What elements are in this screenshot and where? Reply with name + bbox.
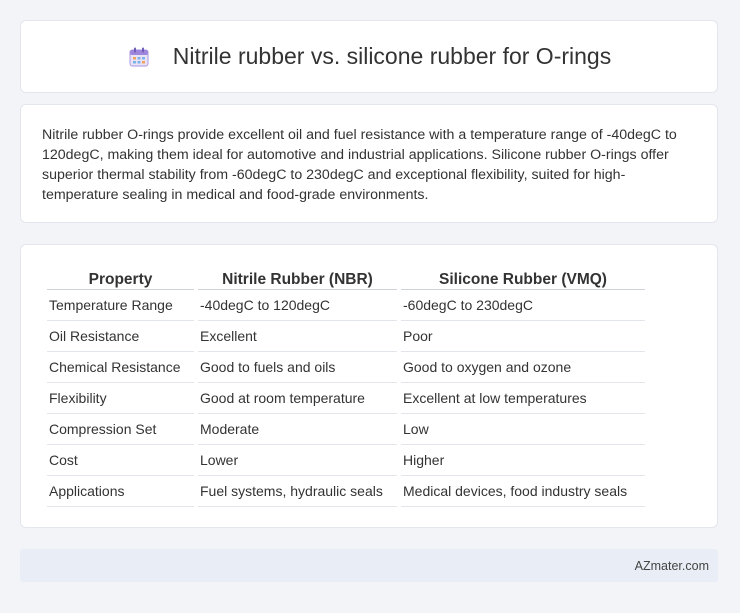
table-row: Oil Resistance Excellent Poor [47,321,645,352]
table-cell: Moderate [198,414,397,445]
footer-site-name: AZmater.com [634,558,709,573]
comparison-table-card: Property Nitrile Rubber (NBR) Silicone R… [20,244,718,528]
table-row: Applications Fuel systems, hydraulic sea… [47,476,645,507]
table-cell: Medical devices, food industry seals [401,476,645,507]
table-cell: Excellent [198,321,397,352]
table-cell: -40degC to 120degC [198,290,397,321]
table-row: Flexibility Good at room temperature Exc… [47,383,645,414]
table-cell: Temperature Range [47,290,194,321]
header-property: Property [47,265,194,290]
title-card: Nitrile rubber vs. silicone rubber for O… [20,20,718,93]
table-cell: Low [401,414,645,445]
table-cell: Good at room temperature [198,383,397,414]
table-cell: Good to oxygen and ozone [401,352,645,383]
page-title: Nitrile rubber vs. silicone rubber for O… [172,43,612,69]
summary-card: Nitrile rubber O-rings provide excellent… [20,104,718,223]
summary-text: Nitrile rubber O-rings provide excellent… [42,127,677,203]
table-cell: Applications [47,476,194,507]
table-cell: Excellent at low temperatures [401,383,645,414]
table-cell: Good to fuels and oils [198,352,397,383]
table-header-row: Property Nitrile Rubber (NBR) Silicone R… [47,265,645,290]
table-row: Compression Set Moderate Low [47,414,645,445]
table-cell: Compression Set [47,414,194,445]
table-row: Chemical Resistance Good to fuels and oi… [47,352,645,383]
table-row: Cost Lower Higher [47,445,645,476]
header-nitrile: Nitrile Rubber (NBR) [198,265,397,290]
table-row: Temperature Range -40degC to 120degC -60… [47,290,645,321]
table-cell: Higher [401,445,645,476]
table-cell: Lower [198,445,397,476]
footer: AZmater.com [20,549,718,582]
table-cell: Oil Resistance [47,321,194,352]
comparison-table: Property Nitrile Rubber (NBR) Silicone R… [43,265,649,507]
table-cell: Flexibility [47,383,194,414]
table-cell: Chemical Resistance [47,352,194,383]
table-cell: Cost [47,445,194,476]
table-cell: -60degC to 230degC [401,290,645,321]
table-cell: Poor [401,321,645,352]
table-cell: Fuel systems, hydraulic seals [198,476,397,507]
header-silicone: Silicone Rubber (VMQ) [401,265,645,290]
calendar-icon [127,45,151,69]
